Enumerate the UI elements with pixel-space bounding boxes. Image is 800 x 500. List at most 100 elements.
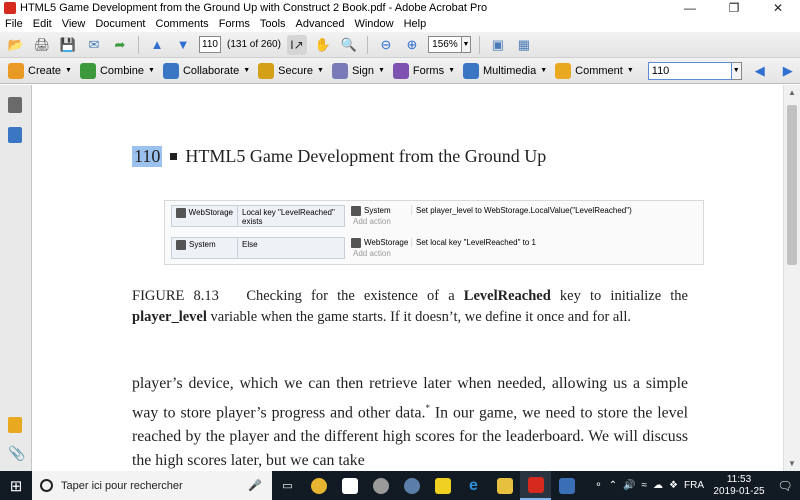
- action-text: Set local key "LevelReached" to 1: [411, 238, 536, 247]
- pen-icon: [331, 62, 348, 79]
- zoom-input[interactable]: 156%: [427, 36, 462, 53]
- scrollbar-thumb[interactable]: [787, 105, 797, 265]
- document-view[interactable]: 110 HTML5 Game Development from the Grou…: [32, 85, 783, 471]
- event-row: System Else WebStorage Set local key "Le…: [165, 233, 705, 263]
- task-view-icon[interactable]: ▭: [272, 471, 303, 500]
- taskbar-search[interactable]: Taper ici pour rechercher 🎤: [32, 471, 272, 500]
- clock[interactable]: 11:53 2019-01-25: [710, 474, 768, 498]
- steam-icon[interactable]: [396, 471, 427, 500]
- next-page-icon[interactable]: ▼: [173, 35, 193, 55]
- notes-icon[interactable]: [427, 471, 458, 500]
- hand-tool-icon[interactable]: ✋: [313, 35, 333, 55]
- window-controls: — ❐ ✕: [668, 0, 800, 16]
- sign-label: Sign: [351, 64, 374, 77]
- menu-view[interactable]: View: [57, 18, 91, 30]
- combine-button[interactable]: Combine ▼: [79, 62, 155, 79]
- zoom-out-icon[interactable]: ⊖: [376, 35, 396, 55]
- chrome-icon[interactable]: [303, 471, 334, 500]
- toolbar-separator: [478, 35, 480, 54]
- menu-help[interactable]: Help: [399, 18, 432, 30]
- edge-icon[interactable]: e: [458, 471, 489, 500]
- create-button[interactable]: Create ▼: [8, 62, 72, 79]
- menu-forms[interactable]: Forms: [214, 18, 255, 30]
- chevron-down-icon: ▼: [243, 67, 251, 74]
- volume-icon[interactable]: 🔊: [623, 480, 635, 491]
- event-condition: System Else: [171, 237, 345, 259]
- menu-file[interactable]: File: [0, 18, 28, 30]
- menu-comments[interactable]: Comments: [151, 18, 214, 30]
- system-gear-icon: [351, 205, 361, 216]
- menu-tools[interactable]: Tools: [255, 18, 291, 30]
- close-button[interactable]: ✕: [756, 0, 800, 16]
- chevron-down-icon: ▼: [148, 67, 155, 74]
- photos-icon[interactable]: [551, 471, 582, 500]
- scroll-up-icon[interactable]: ▲: [788, 88, 796, 97]
- explorer-icon[interactable]: [489, 471, 520, 500]
- wifi-icon[interactable]: ≈: [642, 480, 648, 491]
- menu-advanced[interactable]: Advanced: [291, 18, 350, 30]
- pages-icon[interactable]: [8, 97, 22, 113]
- open-folder-icon[interactable]: 📂: [6, 35, 26, 55]
- chevron-down-icon: ▼: [626, 67, 634, 74]
- restore-button[interactable]: ❐: [712, 0, 756, 16]
- cloud-icon[interactable]: ☁: [653, 480, 663, 491]
- notification-icon[interactable]: 🗨: [774, 479, 796, 493]
- chevron-down-icon[interactable]: ▼: [731, 61, 742, 80]
- find-input[interactable]: 110: [647, 61, 732, 80]
- zoom-in-icon[interactable]: ⊕: [402, 35, 422, 55]
- store-icon[interactable]: [334, 471, 365, 500]
- condition-text: Local key "LevelReached" exists: [242, 208, 335, 226]
- email-icon[interactable]: ✉: [84, 35, 104, 55]
- sign-button[interactable]: Sign ▼: [331, 62, 385, 79]
- scroll-down-icon[interactable]: ▼: [788, 459, 796, 468]
- chevron-down-icon[interactable]: ▼: [461, 36, 471, 53]
- menu-edit[interactable]: Edit: [28, 18, 57, 30]
- fit-page-icon[interactable]: ▣: [488, 35, 508, 55]
- people-icon[interactable]: ⚬: [594, 480, 602, 491]
- microphone-icon[interactable]: 🎤: [248, 479, 262, 492]
- figure-caption: FIGURE 8.13 Checking for the existence o…: [132, 286, 688, 328]
- find-previous-icon[interactable]: ◀: [750, 61, 770, 81]
- find-next-icon[interactable]: ▶: [778, 61, 798, 81]
- multimedia-button[interactable]: Multimedia ▼: [463, 62, 548, 79]
- chevron-up-icon[interactable]: ⌃: [609, 480, 617, 491]
- marquee-zoom-icon[interactable]: 🔍: [339, 35, 359, 55]
- save-icon[interactable]: 💾: [58, 35, 78, 55]
- lock-icon: [258, 62, 275, 79]
- attachments-icon[interactable]: 📎: [8, 445, 25, 461]
- select-text-icon[interactable]: I↗: [286, 34, 307, 55]
- toolbar-separator: [138, 35, 139, 54]
- comments-panel-icon[interactable]: [8, 417, 22, 433]
- event-condition: WebStorage Local key "LevelReached" exis…: [171, 205, 345, 227]
- acrobat-app-icon: [4, 2, 16, 14]
- caption-text: key to initialize the: [550, 288, 688, 304]
- dropbox-icon[interactable]: ❖: [669, 480, 678, 491]
- comment-button[interactable]: Comment ▼: [555, 62, 634, 79]
- share-icon[interactable]: ➦: [110, 35, 130, 55]
- webstorage-icon: [351, 237, 361, 248]
- cortana-icon: [40, 479, 53, 492]
- action-object-label: System: [364, 206, 391, 215]
- language-indicator[interactable]: FRA: [684, 480, 704, 491]
- menu-bar: File Edit View Document Comments Forms T…: [0, 16, 800, 32]
- acrobat-icon[interactable]: [520, 471, 551, 500]
- secure-button[interactable]: Secure ▼: [258, 62, 324, 79]
- menu-document[interactable]: Document: [90, 18, 150, 30]
- previous-page-icon[interactable]: ▲: [147, 35, 167, 55]
- vertical-scrollbar[interactable]: ▲ ▼: [783, 85, 800, 471]
- event-row: WebStorage Local key "LevelReached" exis…: [165, 201, 705, 231]
- forms-button[interactable]: Forms ▼: [392, 62, 455, 79]
- minimize-button[interactable]: —: [668, 0, 712, 16]
- fit-width-icon[interactable]: ▦: [514, 35, 534, 55]
- bookmarks-icon[interactable]: [8, 127, 22, 143]
- chevron-down-icon: ▼: [540, 67, 548, 74]
- page-header: 110 HTML5 Game Development from the Grou…: [132, 146, 546, 167]
- clock-date: 2019-01-25: [713, 485, 765, 497]
- page-number-input[interactable]: 110: [199, 36, 221, 53]
- menu-window[interactable]: Window: [349, 18, 398, 30]
- windows-start-icon[interactable]: ⊞: [0, 471, 32, 500]
- print-icon[interactable]: 🖨: [32, 35, 52, 55]
- settings-app-icon[interactable]: [365, 471, 396, 500]
- collaborate-button[interactable]: Collaborate ▼: [162, 62, 251, 79]
- collaborate-label: Collaborate: [182, 64, 240, 77]
